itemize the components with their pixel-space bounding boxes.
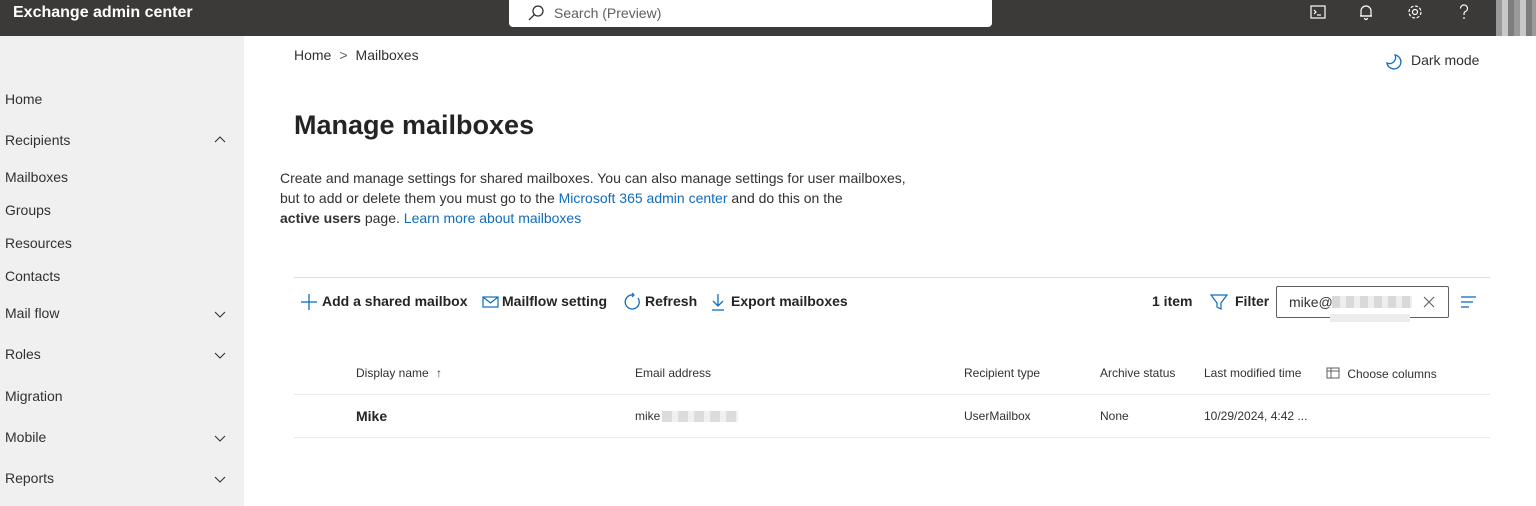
top-bar: Exchange admin center Search (Preview): [0, 0, 1536, 36]
sort-ascending-icon: ↑: [436, 366, 443, 380]
page-description: Create and manage settings for shared ma…: [280, 168, 960, 228]
sidebar: Home Recipients Mailboxes Groups Resourc…: [0, 36, 244, 506]
refresh-icon: [624, 292, 640, 310]
row-divider: [294, 437, 1490, 438]
group-by-icon[interactable]: [1460, 294, 1478, 310]
close-icon[interactable]: [1422, 295, 1436, 309]
mailflow-setting-label: Mailflow setting: [502, 293, 607, 309]
chevron-down-icon[interactable]: [213, 348, 227, 362]
choose-columns-label: Choose columns: [1347, 367, 1437, 381]
app-title[interactable]: Exchange admin center: [13, 4, 193, 22]
sidebar-item-home[interactable]: Home: [5, 91, 42, 107]
help-icon[interactable]: [1454, 2, 1474, 22]
bell-icon[interactable]: [1356, 2, 1376, 22]
breadcrumb-current: Mailboxes: [355, 47, 419, 63]
sidebar-item-mail-flow[interactable]: Mail flow: [5, 305, 59, 321]
sidebar-item-roles[interactable]: Roles: [5, 346, 41, 362]
sidebar-item-reports[interactable]: Reports: [5, 470, 54, 486]
desc-text: but to add or delete them you must go to…: [280, 190, 559, 206]
desc-text: and do this on the: [727, 190, 843, 206]
gear-icon[interactable]: [1405, 2, 1425, 22]
divider: [294, 277, 1490, 278]
cell-recipient-type: UserMailbox: [964, 409, 1031, 423]
page-title: Manage mailboxes: [294, 110, 535, 140]
cell-email: mike: [635, 409, 661, 423]
terminal-icon[interactable]: [1308, 2, 1328, 22]
search-placeholder: Search (Preview): [554, 5, 662, 21]
chevron-up-icon[interactable]: [213, 133, 227, 147]
sidebar-item-contacts[interactable]: Contacts: [5, 268, 60, 284]
item-count: 1 item: [1152, 293, 1193, 309]
breadcrumb-separator: >: [339, 47, 348, 63]
export-mailboxes-label: Export mailboxes: [731, 293, 848, 309]
chevron-down-icon[interactable]: [213, 472, 227, 486]
col-email-address[interactable]: Email address: [635, 366, 711, 380]
desc-text: page.: [360, 210, 404, 226]
columns-icon: [1326, 367, 1340, 379]
cell-last-modified: 10/29/2024, 4:42 ...: [1204, 409, 1308, 423]
breadcrumb: Home > Mailboxes: [294, 47, 419, 63]
col-archive-status[interactable]: Archive status: [1100, 366, 1175, 380]
filter-icon: [1210, 294, 1228, 310]
active-users-text: active users: [280, 210, 361, 226]
m365-admin-center-link[interactable]: Microsoft 365 admin center: [559, 190, 728, 206]
sidebar-item-mobile[interactable]: Mobile: [5, 429, 46, 445]
search-icon: [528, 5, 544, 21]
header-divider: [294, 394, 1490, 395]
sidebar-item-mailboxes[interactable]: Mailboxes: [5, 169, 68, 185]
breadcrumb-home[interactable]: Home: [294, 47, 331, 63]
sidebar-item-recipients[interactable]: Recipients: [5, 132, 70, 148]
col-last-modified[interactable]: Last modified time: [1204, 366, 1301, 380]
chevron-down-icon[interactable]: [213, 431, 227, 445]
sidebar-item-migration[interactable]: Migration: [5, 388, 63, 404]
col-recipient-type[interactable]: Recipient type: [964, 366, 1040, 380]
redacted-text: [1330, 314, 1410, 322]
choose-columns-button[interactable]: Choose columns: [1326, 366, 1437, 381]
filter-label: Filter: [1235, 293, 1270, 309]
sidebar-item-groups[interactable]: Groups: [5, 202, 51, 218]
filter-input-value: mike@: [1289, 294, 1333, 310]
cell-display-name[interactable]: Mike: [356, 408, 387, 424]
col-display-name[interactable]: Display name ↑: [356, 366, 442, 380]
chevron-down-icon[interactable]: [213, 307, 227, 321]
avatar[interactable]: [1496, 0, 1536, 36]
search-input[interactable]: Search (Preview): [509, 0, 992, 27]
redacted-text: [662, 411, 738, 422]
moon-icon: [1386, 54, 1402, 70]
add-shared-mailbox-label: Add a shared mailbox: [322, 293, 468, 309]
cell-archive-status: None: [1100, 409, 1129, 423]
learn-more-link[interactable]: Learn more about mailboxes: [404, 210, 581, 226]
dark-mode-label: Dark mode: [1411, 52, 1480, 68]
redacted-text: [1332, 296, 1412, 308]
sidebar-item-resources[interactable]: Resources: [5, 235, 72, 251]
col-display-name-label: Display name: [356, 366, 429, 380]
download-icon: [712, 294, 724, 311]
mail-icon: [482, 296, 499, 308]
desc-text: Create and manage settings for shared ma…: [280, 170, 906, 186]
refresh-label: Refresh: [645, 293, 698, 309]
plus-icon: [301, 294, 317, 310]
